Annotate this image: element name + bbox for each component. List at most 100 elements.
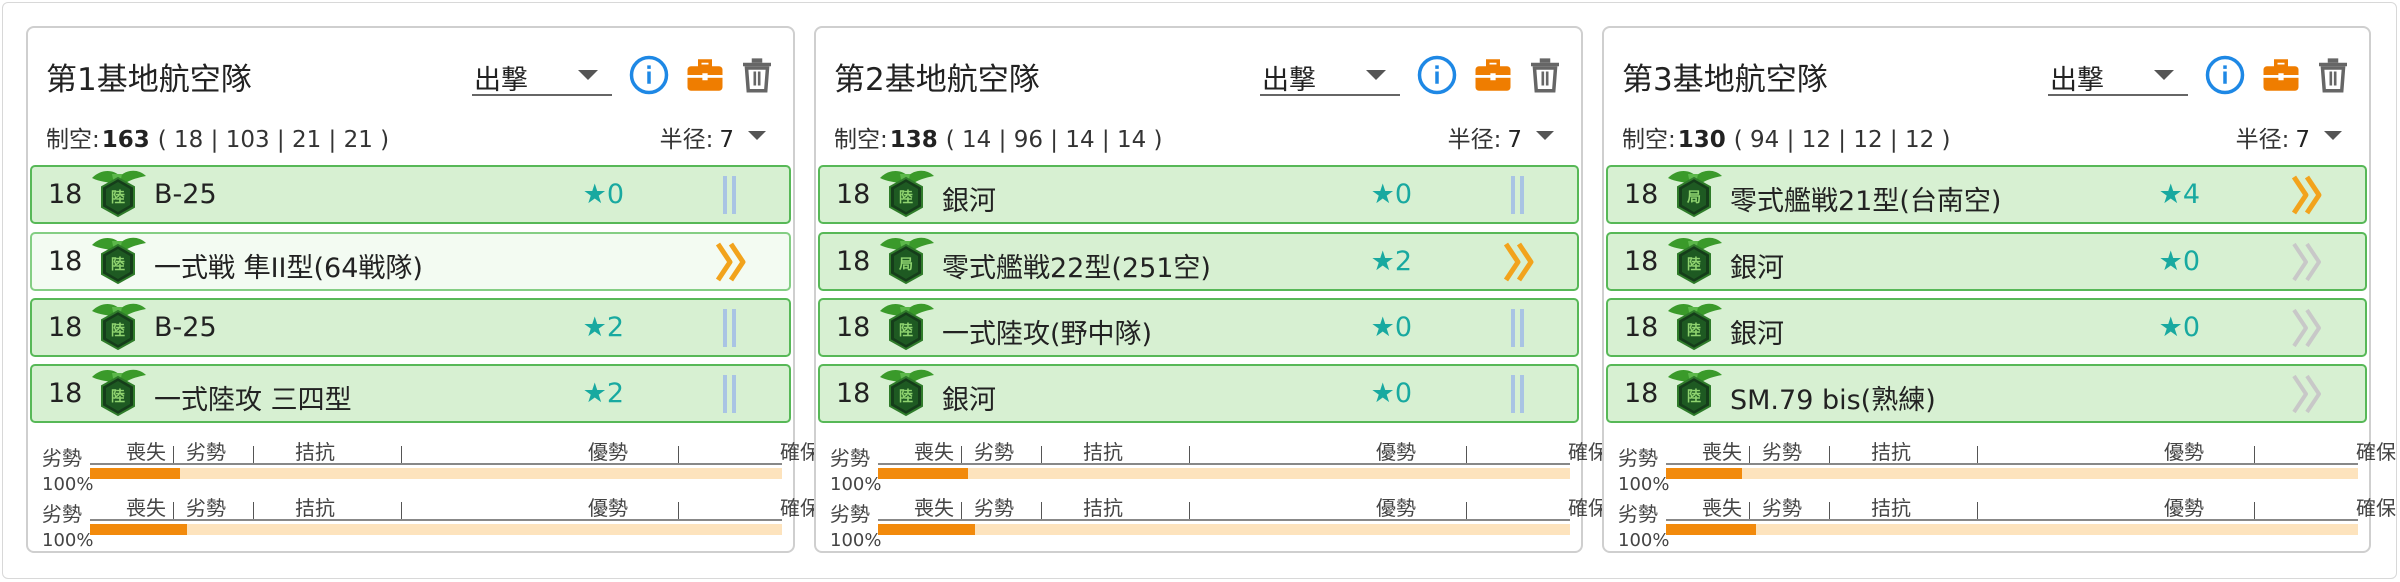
gauge-percent: 100% [1618, 530, 1670, 551]
proficiency-bars-icon [723, 176, 736, 214]
radius-label: 半径: [1447, 127, 1502, 153]
aircraft-type-badge: 陸 [1687, 389, 1701, 405]
aircraft-type-icon: 陸 [88, 231, 148, 287]
equipment-slot[interactable]: 18 陸 銀河 ★0 [818, 165, 1579, 224]
mode-select[interactable]: 出撃 [472, 56, 612, 96]
equipment-slot[interactable]: 18 陸 一式戦 隼II型(64戦隊) [30, 232, 791, 291]
equipment-slot[interactable]: 18 陸 一式陸攻 三四型 ★2 [30, 364, 791, 423]
toolbox-icon [1475, 59, 1511, 91]
proficiency-badge[interactable] [2288, 173, 2328, 217]
proficiency-bars-icon [1511, 176, 1524, 214]
air-superiority-gauge: 劣勢 喪失 劣勢 拮抗 優勢 確保 100% [1618, 496, 2396, 552]
aircraft-type-badge: 陸 [899, 190, 913, 206]
equipment-slot[interactable]: 18 陸 一式陸攻(野中隊) ★0 [818, 298, 1579, 357]
gauge-percent: 100% [830, 474, 882, 495]
gauge-tick [401, 502, 402, 519]
proficiency-badge[interactable] [712, 306, 752, 350]
gauge-scale-line [1666, 519, 2358, 521]
proficiency-bars-icon [1511, 375, 1524, 413]
toolbox-button[interactable] [684, 54, 726, 96]
gauge-label: 劣勢 [186, 440, 226, 464]
radius-select[interactable]: 半径: 7 [660, 120, 772, 154]
aircraft-name: B-25 [154, 312, 217, 343]
delete-button[interactable] [736, 54, 778, 96]
info-button[interactable] [628, 54, 670, 96]
info-icon [1417, 55, 1457, 95]
equipment-slot[interactable]: 18 局 零式艦戦21型(台南空) ★4 [1606, 165, 2367, 224]
gauge-tick [1041, 446, 1042, 463]
slot-count: 18 [48, 378, 83, 409]
equipment-slot[interactable]: 18 局 零式艦戦22型(251空) ★2 [818, 232, 1579, 291]
gauge-label: 劣勢 [42, 446, 82, 470]
proficiency-badge[interactable] [712, 372, 752, 416]
card-header: 第1基地航空隊 出撃 [28, 28, 793, 122]
gauge-scale-line [90, 463, 782, 465]
proficiency-badge[interactable] [712, 173, 752, 217]
mode-select[interactable]: 出撃 [2048, 56, 2188, 96]
toolbox-button[interactable] [2260, 54, 2302, 96]
gauge-label: 優勢 [1376, 496, 1416, 520]
toolbox-button[interactable] [1472, 54, 1514, 96]
improvement-star: ★2 [1370, 246, 1412, 277]
card-header: 第2基地航空隊 出撃 [816, 28, 1581, 122]
gauge-scale-line [878, 519, 1570, 521]
mode-select[interactable]: 出撃 [1260, 56, 1400, 96]
proficiency-badge[interactable] [2288, 306, 2328, 350]
card-title: 第1基地航空隊 [46, 62, 252, 98]
equipment-slot[interactable]: 18 陸 B-25 ★0 [30, 165, 791, 224]
slot-count: 18 [48, 312, 83, 343]
aircraft-name: 零式艦戦22型(251空) [942, 253, 1211, 284]
air-power-detail: ( 14 | 96 | 14 | 14 ) [945, 127, 1163, 153]
proficiency-badge[interactable] [1500, 372, 1540, 416]
proficiency-badge[interactable] [2288, 372, 2328, 416]
radius-select[interactable]: 半径: 7 [1448, 120, 1560, 154]
air-superiority-gauge: 劣勢 喪失 劣勢 拮抗 優勢 確保 100% [830, 496, 1608, 552]
gauge-percent: 100% [1618, 474, 1670, 495]
gauge-label: 優勢 [588, 496, 628, 520]
air-power-detail: ( 94 | 12 | 12 | 12 ) [1733, 127, 1951, 153]
gauge-tick [173, 502, 174, 519]
equipment-slot[interactable]: 18 陸 銀河 ★0 [1606, 232, 2367, 291]
improvement-star: ★0 [1370, 179, 1412, 210]
delete-button[interactable] [1524, 54, 1566, 96]
air-base-card-2: 第2基地航空隊 出撃 制空:138 ( 14 | 96 | 14 | 14 ) 半… [814, 26, 1608, 553]
gauge-label: 劣勢 [1618, 446, 1658, 470]
gauge-tick [1977, 502, 1978, 519]
proficiency-badge[interactable] [1500, 240, 1540, 284]
aircraft-type-badge: 局 [899, 257, 913, 273]
gauge-label: 劣勢 [830, 502, 870, 526]
gauge-tick [678, 502, 679, 519]
proficiency-empty-icon [2292, 374, 2321, 414]
aircraft-type-badge: 陸 [1687, 323, 1701, 339]
gauge-label: 拮抗 [1083, 440, 1123, 464]
slot-count: 18 [48, 246, 83, 277]
proficiency-badge[interactable] [1500, 173, 1540, 217]
equipment-slot[interactable]: 18 陸 銀河 ★0 [818, 364, 1579, 423]
equipment-slot[interactable]: 18 陸 SM.79 bis(熟練) [1606, 364, 2367, 423]
equipment-slot[interactable]: 18 陸 銀河 ★0 [1606, 298, 2367, 357]
gauge-tick [173, 446, 174, 463]
proficiency-bars-icon [723, 375, 736, 413]
gauge-tick [1749, 446, 1750, 463]
proficiency-badge[interactable] [712, 240, 752, 284]
gauge-tick [1829, 446, 1830, 463]
air-superiority-gauge: 劣勢 喪失 劣勢 拮抗 優勢 確保 100% [42, 496, 820, 552]
toolbox-icon [2263, 59, 2299, 91]
delete-button[interactable] [2312, 54, 2354, 96]
gauge-label: 喪失 [126, 440, 166, 464]
gauge-label: 喪失 [914, 440, 954, 464]
chevron-down-icon [1536, 131, 1554, 140]
info-button[interactable] [2204, 54, 2246, 96]
proficiency-badge[interactable] [2288, 240, 2328, 284]
improvement-star: ★2 [582, 378, 624, 409]
aircraft-type-icon: 局 [876, 231, 936, 287]
gauge-label: 拮抗 [1871, 496, 1911, 520]
radius-select[interactable]: 半径: 7 [2236, 120, 2348, 154]
proficiency-badge[interactable] [1500, 306, 1540, 350]
info-button[interactable] [1416, 54, 1458, 96]
gauge-label: 優勢 [2164, 440, 2204, 464]
gauge-tick [678, 446, 679, 463]
aircraft-type-icon: 局 [1664, 164, 1724, 220]
improvement-star: ★0 [582, 179, 624, 210]
equipment-slot[interactable]: 18 陸 B-25 ★2 [30, 298, 791, 357]
